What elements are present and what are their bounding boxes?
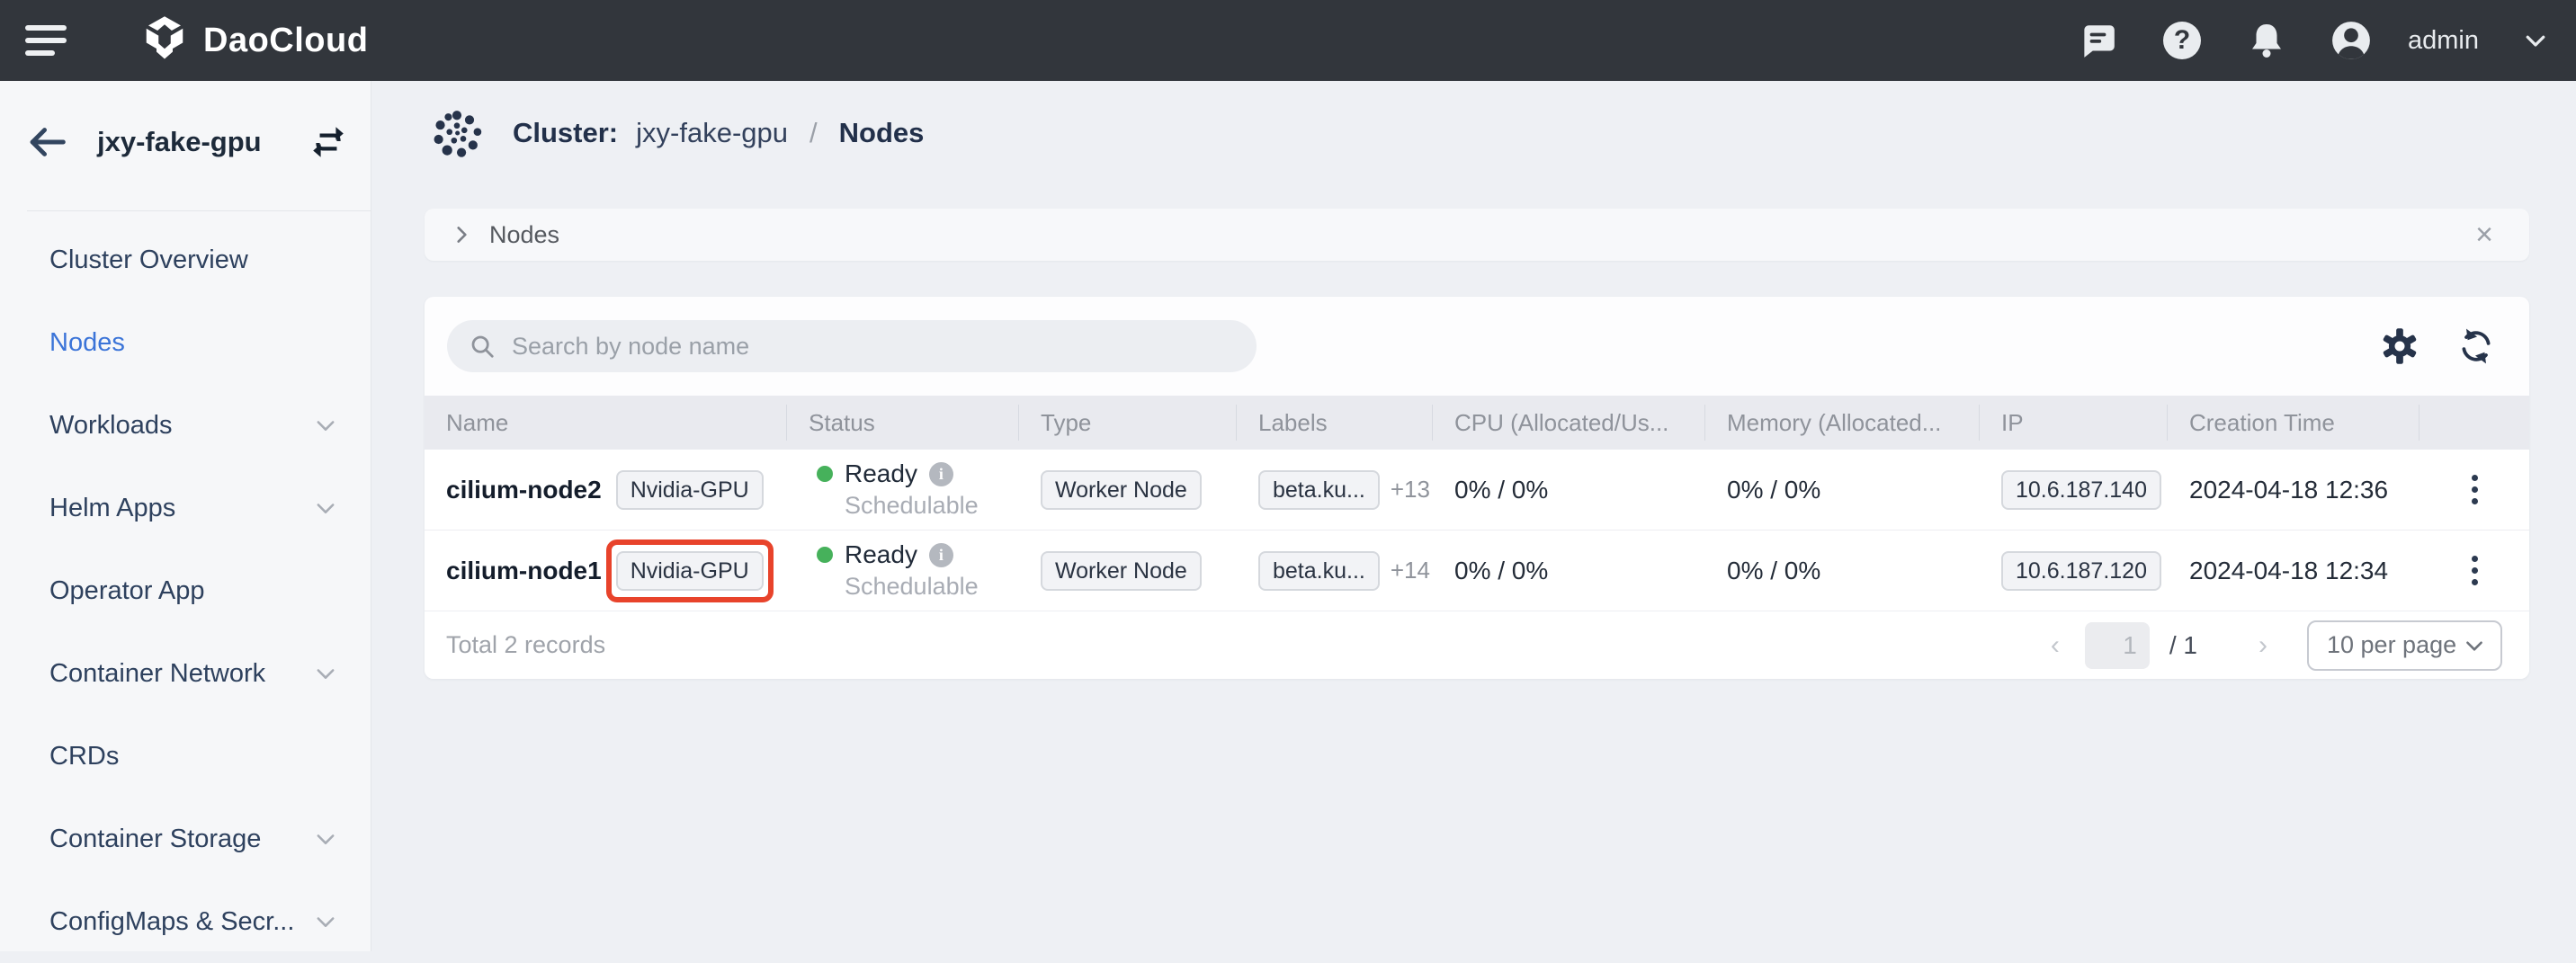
col-cpu[interactable]: CPU (Allocated/Us... bbox=[1433, 405, 1705, 441]
sidebar-item-configmaps-secrets[interactable]: ConfigMaps & Secr... bbox=[0, 880, 371, 963]
sidebar-item-cluster-overview[interactable]: Cluster Overview bbox=[0, 218, 371, 301]
red-annotation-box: Nvidia-GPU bbox=[616, 551, 764, 591]
ip-tag[interactable]: 10.6.187.140 bbox=[2001, 470, 2161, 510]
next-page-icon[interactable]: › bbox=[2253, 630, 2273, 661]
node-type-tag: Worker Node bbox=[1041, 470, 1202, 510]
memory-value: 0% / 0% bbox=[1727, 476, 1820, 504]
creation-time: 2024-04-18 12:36 bbox=[2189, 476, 2388, 504]
chevron-down-icon bbox=[313, 495, 338, 521]
status-dot bbox=[817, 547, 833, 563]
label-more-count[interactable]: +13 bbox=[1391, 476, 1430, 504]
chat-icon[interactable] bbox=[2077, 20, 2118, 61]
label-tag[interactable]: beta.ku... bbox=[1258, 470, 1380, 510]
gpu-tag: Nvidia-GPU bbox=[616, 470, 764, 510]
status-dot bbox=[817, 466, 833, 482]
table-row: cilium-node1 Nvidia-GPU Ready i Schedula… bbox=[425, 531, 2529, 611]
status-text: Ready bbox=[845, 540, 917, 569]
gear-icon[interactable] bbox=[2380, 326, 2419, 366]
sidebar-item-workloads[interactable]: Workloads bbox=[0, 384, 371, 467]
breadcrumb-separator: / bbox=[809, 117, 818, 149]
chevron-down-icon bbox=[313, 661, 338, 686]
top-header: DaoCloud ? bbox=[0, 0, 2576, 81]
info-icon[interactable]: i bbox=[929, 543, 953, 567]
col-creation-time[interactable]: Creation Time bbox=[2168, 405, 2419, 441]
table-toolbar bbox=[425, 297, 2529, 396]
status-text: Ready bbox=[845, 459, 917, 488]
pagination: ‹ / 1 › 10 per page bbox=[2045, 620, 2502, 671]
ip-tag[interactable]: 10.6.187.120 bbox=[2001, 551, 2161, 591]
kebab-menu-icon[interactable] bbox=[2466, 550, 2483, 591]
chevron-right-icon bbox=[450, 223, 473, 246]
search-icon bbox=[469, 333, 496, 360]
table-header: Name Status Type Labels CPU (Allocated/U… bbox=[425, 396, 2529, 450]
refresh-icon[interactable] bbox=[2455, 325, 2497, 367]
cpu-value: 0% / 0% bbox=[1454, 557, 1548, 585]
bell-icon[interactable] bbox=[2246, 20, 2287, 61]
sidebar-item-container-network[interactable]: Container Network bbox=[0, 632, 371, 715]
user-name[interactable]: admin bbox=[2408, 26, 2479, 56]
back-arrow-icon[interactable] bbox=[27, 122, 67, 162]
close-icon[interactable]: × bbox=[2475, 219, 2493, 250]
sidebar-item-nodes[interactable]: Nodes bbox=[0, 301, 371, 384]
schedulable-text: Schedulable bbox=[845, 573, 979, 601]
table-footer: Total 2 records ‹ / 1 › 10 per page bbox=[425, 611, 2529, 679]
avatar-icon[interactable] bbox=[2330, 20, 2372, 61]
user-chevron-down-icon[interactable] bbox=[2522, 27, 2549, 54]
brand[interactable]: DaoCloud bbox=[140, 14, 368, 67]
sidebar-cluster-name: jxy-fake-gpu bbox=[97, 126, 262, 158]
col-memory[interactable]: Memory (Allocated... bbox=[1705, 405, 1980, 441]
node-type-tag: Worker Node bbox=[1041, 551, 1202, 591]
chevron-down-icon bbox=[313, 826, 338, 852]
brand-name: DaoCloud bbox=[203, 22, 368, 60]
col-actions bbox=[2419, 405, 2529, 441]
label-more-count[interactable]: +14 bbox=[1391, 557, 1430, 584]
page-size-select[interactable]: 10 per page bbox=[2307, 620, 2502, 671]
kebab-menu-icon[interactable] bbox=[2466, 469, 2483, 510]
memory-value: 0% / 0% bbox=[1727, 557, 1820, 585]
schedulable-text: Schedulable bbox=[845, 492, 979, 520]
sidebar-menu: Cluster Overview Nodes Workloads Helm Ap… bbox=[0, 211, 371, 963]
cpu-value: 0% / 0% bbox=[1454, 476, 1548, 504]
page-number-input[interactable] bbox=[2085, 622, 2150, 669]
col-ip[interactable]: IP bbox=[1980, 405, 2168, 441]
prev-page-icon[interactable]: ‹ bbox=[2045, 630, 2065, 661]
breadcrumb-prefix: Cluster: bbox=[513, 117, 618, 149]
col-name[interactable]: Name bbox=[425, 405, 787, 441]
breadcrumb: Cluster: jxy-fake-gpu / Nodes bbox=[432, 110, 2576, 156]
info-icon[interactable]: i bbox=[929, 462, 953, 486]
chevron-down-icon bbox=[2463, 634, 2486, 657]
help-icon[interactable]: ? bbox=[2161, 20, 2203, 61]
creation-time: 2024-04-18 12:34 bbox=[2189, 557, 2388, 585]
sidebar-item-crds[interactable]: CRDs bbox=[0, 715, 371, 798]
cluster-dots-icon bbox=[432, 108, 482, 158]
col-labels[interactable]: Labels bbox=[1237, 405, 1433, 441]
sidebar-item-container-storage[interactable]: Container Storage bbox=[0, 798, 371, 880]
sidebar-item-operator-app[interactable]: Operator App bbox=[0, 549, 371, 632]
collapse-bar-label: Nodes bbox=[489, 221, 559, 249]
chevron-down-icon bbox=[313, 413, 338, 438]
search-box[interactable] bbox=[447, 320, 1257, 372]
chevron-down-icon bbox=[313, 909, 338, 934]
sidebar-item-helm-apps[interactable]: Helm Apps bbox=[0, 467, 371, 549]
node-name-link[interactable]: cilium-node2 bbox=[446, 476, 602, 504]
nodes-collapse-bar[interactable]: Nodes × bbox=[425, 209, 2529, 261]
switch-cluster-icon[interactable] bbox=[309, 123, 347, 161]
main-content: Cluster: jxy-fake-gpu / Nodes Nodes × bbox=[371, 81, 2576, 951]
table-row: cilium-node2 Nvidia-GPU Ready i Schedula… bbox=[425, 450, 2529, 531]
nodes-card: Name Status Type Labels CPU (Allocated/U… bbox=[425, 297, 2529, 679]
label-tag[interactable]: beta.ku... bbox=[1258, 551, 1380, 591]
daocloud-logo-icon bbox=[140, 14, 189, 67]
total-records: Total 2 records bbox=[446, 631, 605, 659]
gpu-tag: Nvidia-GPU bbox=[616, 551, 764, 591]
breadcrumb-cluster[interactable]: jxy-fake-gpu bbox=[636, 117, 788, 149]
col-type[interactable]: Type bbox=[1019, 405, 1237, 441]
breadcrumb-current: Nodes bbox=[839, 117, 925, 149]
page-total: / 1 bbox=[2169, 631, 2197, 660]
node-name-link[interactable]: cilium-node1 bbox=[446, 557, 602, 585]
col-status[interactable]: Status bbox=[787, 405, 1019, 441]
menu-icon[interactable] bbox=[25, 25, 67, 56]
sidebar: jxy-fake-gpu Cluster Overview Nodes Work… bbox=[0, 81, 371, 951]
search-input[interactable] bbox=[510, 332, 1235, 361]
